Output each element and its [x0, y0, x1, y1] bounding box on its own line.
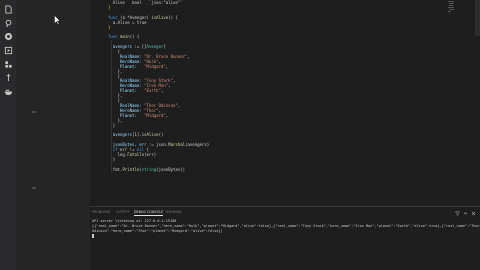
search-icon[interactable] [3, 18, 13, 28]
minimap[interactable] [448, 0, 456, 14]
code-line: Planet: "Midgard", [120, 112, 169, 118]
code-token: (err) [144, 151, 157, 157]
code-line: Planet: "Midgard", [120, 63, 169, 69]
code-line: Alive bool `json:"alive"` [113, 1, 183, 5]
indent-guide [111, 40, 112, 173]
code-token: func [108, 34, 121, 40]
code-token: } [112, 156, 116, 162]
code-token: { [163, 44, 166, 50]
code-token: Fatalln [127, 151, 145, 157]
code-token: Avenger [146, 44, 164, 50]
terminal-line: Odinson","hero_name":"Thor","planet":"Mi… [92, 229, 223, 233]
code-token: Marshal [168, 142, 186, 148]
code-token: (jsonBytes)) [156, 166, 186, 172]
code-line: Planet: "Earth", [120, 89, 163, 93]
maximize-panel-icon[interactable] [463, 211, 468, 216]
code-token: := [] [134, 44, 147, 50]
code-token: [1]. [132, 132, 142, 138]
sidebar-marker [32, 111, 36, 113]
code-token: avengers [112, 132, 133, 138]
tab-terminal[interactable]: TERMINAL [165, 210, 182, 214]
terminal-cursor [92, 234, 94, 238]
code-token: "Earth" [144, 88, 161, 94]
code-token: (avengers) [185, 142, 210, 148]
code-token: , [177, 102, 181, 108]
code-token: main [120, 34, 130, 40]
code-token: , [160, 88, 164, 94]
tab-problems[interactable]: PROBLEMS [92, 210, 110, 214]
code-line: } [112, 156, 116, 162]
code-token: () [158, 132, 164, 138]
code-token: () { [168, 14, 178, 20]
docker-icon[interactable] [3, 86, 13, 96]
code-token: string [141, 166, 157, 172]
source-control-icon[interactable] [3, 31, 13, 41]
filter-icon[interactable] [455, 211, 460, 216]
code-token: Planet: [120, 63, 145, 69]
code-token: isAlive [141, 132, 159, 138]
code-line: log.Fatalln(err) [117, 151, 157, 157]
code-token: Planet: [120, 112, 145, 118]
sidebar [16, 0, 90, 270]
terminal-line: [{"real_name":"Dr. Bruce Banner","hero_n… [92, 224, 480, 228]
terminal-line: API server listening at: 127.0.0.1:19180 [92, 219, 177, 223]
tab-debug-console[interactable]: DEBUG CONSOLE [134, 210, 164, 216]
panel-tabs: PROBLEMS OUTPUT DEBUG CONSOLE TERMINAL [90, 210, 480, 218]
editor-scrollbar[interactable] [475, 0, 480, 36]
code-line: avengers[1].isAlive() [113, 133, 164, 137]
close-icon[interactable] [471, 211, 476, 216]
code-token: := json. [148, 142, 169, 148]
code-token: Println [122, 166, 140, 172]
code-line: a.Alive = true [112, 19, 147, 25]
line-number-gutter [90, 0, 107, 206]
code-line: avengers := []Avenger{ [113, 45, 166, 49]
code-token: } [108, 24, 111, 30]
code-line: }, [117, 117, 123, 123]
code-token: }, [117, 117, 123, 123]
code-line: func main() { [108, 35, 139, 39]
code-token: , [168, 83, 171, 89]
code-token: log. [117, 151, 128, 157]
code-token: } [112, 122, 116, 128]
tab-output[interactable]: OUTPUT [116, 210, 130, 214]
code-line: } [108, 4, 111, 10]
code-token: a.Alive = true [112, 19, 147, 25]
code-token: fmt. [112, 166, 123, 172]
code-token: Alive bool `json:"alive"` [112, 0, 183, 5]
code-line: } [108, 24, 111, 30]
code-token: () { [129, 34, 140, 40]
code-token: , [165, 112, 169, 118]
activity-bar [0, 0, 16, 270]
run-debug-icon[interactable] [3, 45, 13, 55]
code-token: "Midgard" [144, 63, 166, 69]
extensions-icon[interactable] [3, 59, 13, 69]
code-line: fmt.Println(string(jsonBytes)) [112, 166, 186, 172]
bottom-panel: PROBLEMS OUTPUT DEBUG CONSOLE TERMINAL A… [90, 206, 480, 270]
sidebar-marker [32, 187, 36, 189]
code-token: Planet: [120, 88, 145, 94]
code-token: , [187, 53, 190, 59]
code-line: } [112, 122, 116, 128]
code-token: avengers [112, 44, 135, 50]
timeline-icon[interactable] [3, 72, 13, 82]
mouse-pointer-icon [54, 15, 61, 25]
code-token: isAlive [151, 14, 169, 20]
files-icon[interactable] [3, 4, 13, 14]
code-editor[interactable]: Alive bool `json:"alive"`} func (a *Aveng… [90, 0, 480, 206]
code-token: } [108, 4, 111, 10]
code-token: , [165, 63, 169, 69]
code-token: , [173, 78, 176, 84]
code-token: "Midgard" [144, 112, 166, 118]
